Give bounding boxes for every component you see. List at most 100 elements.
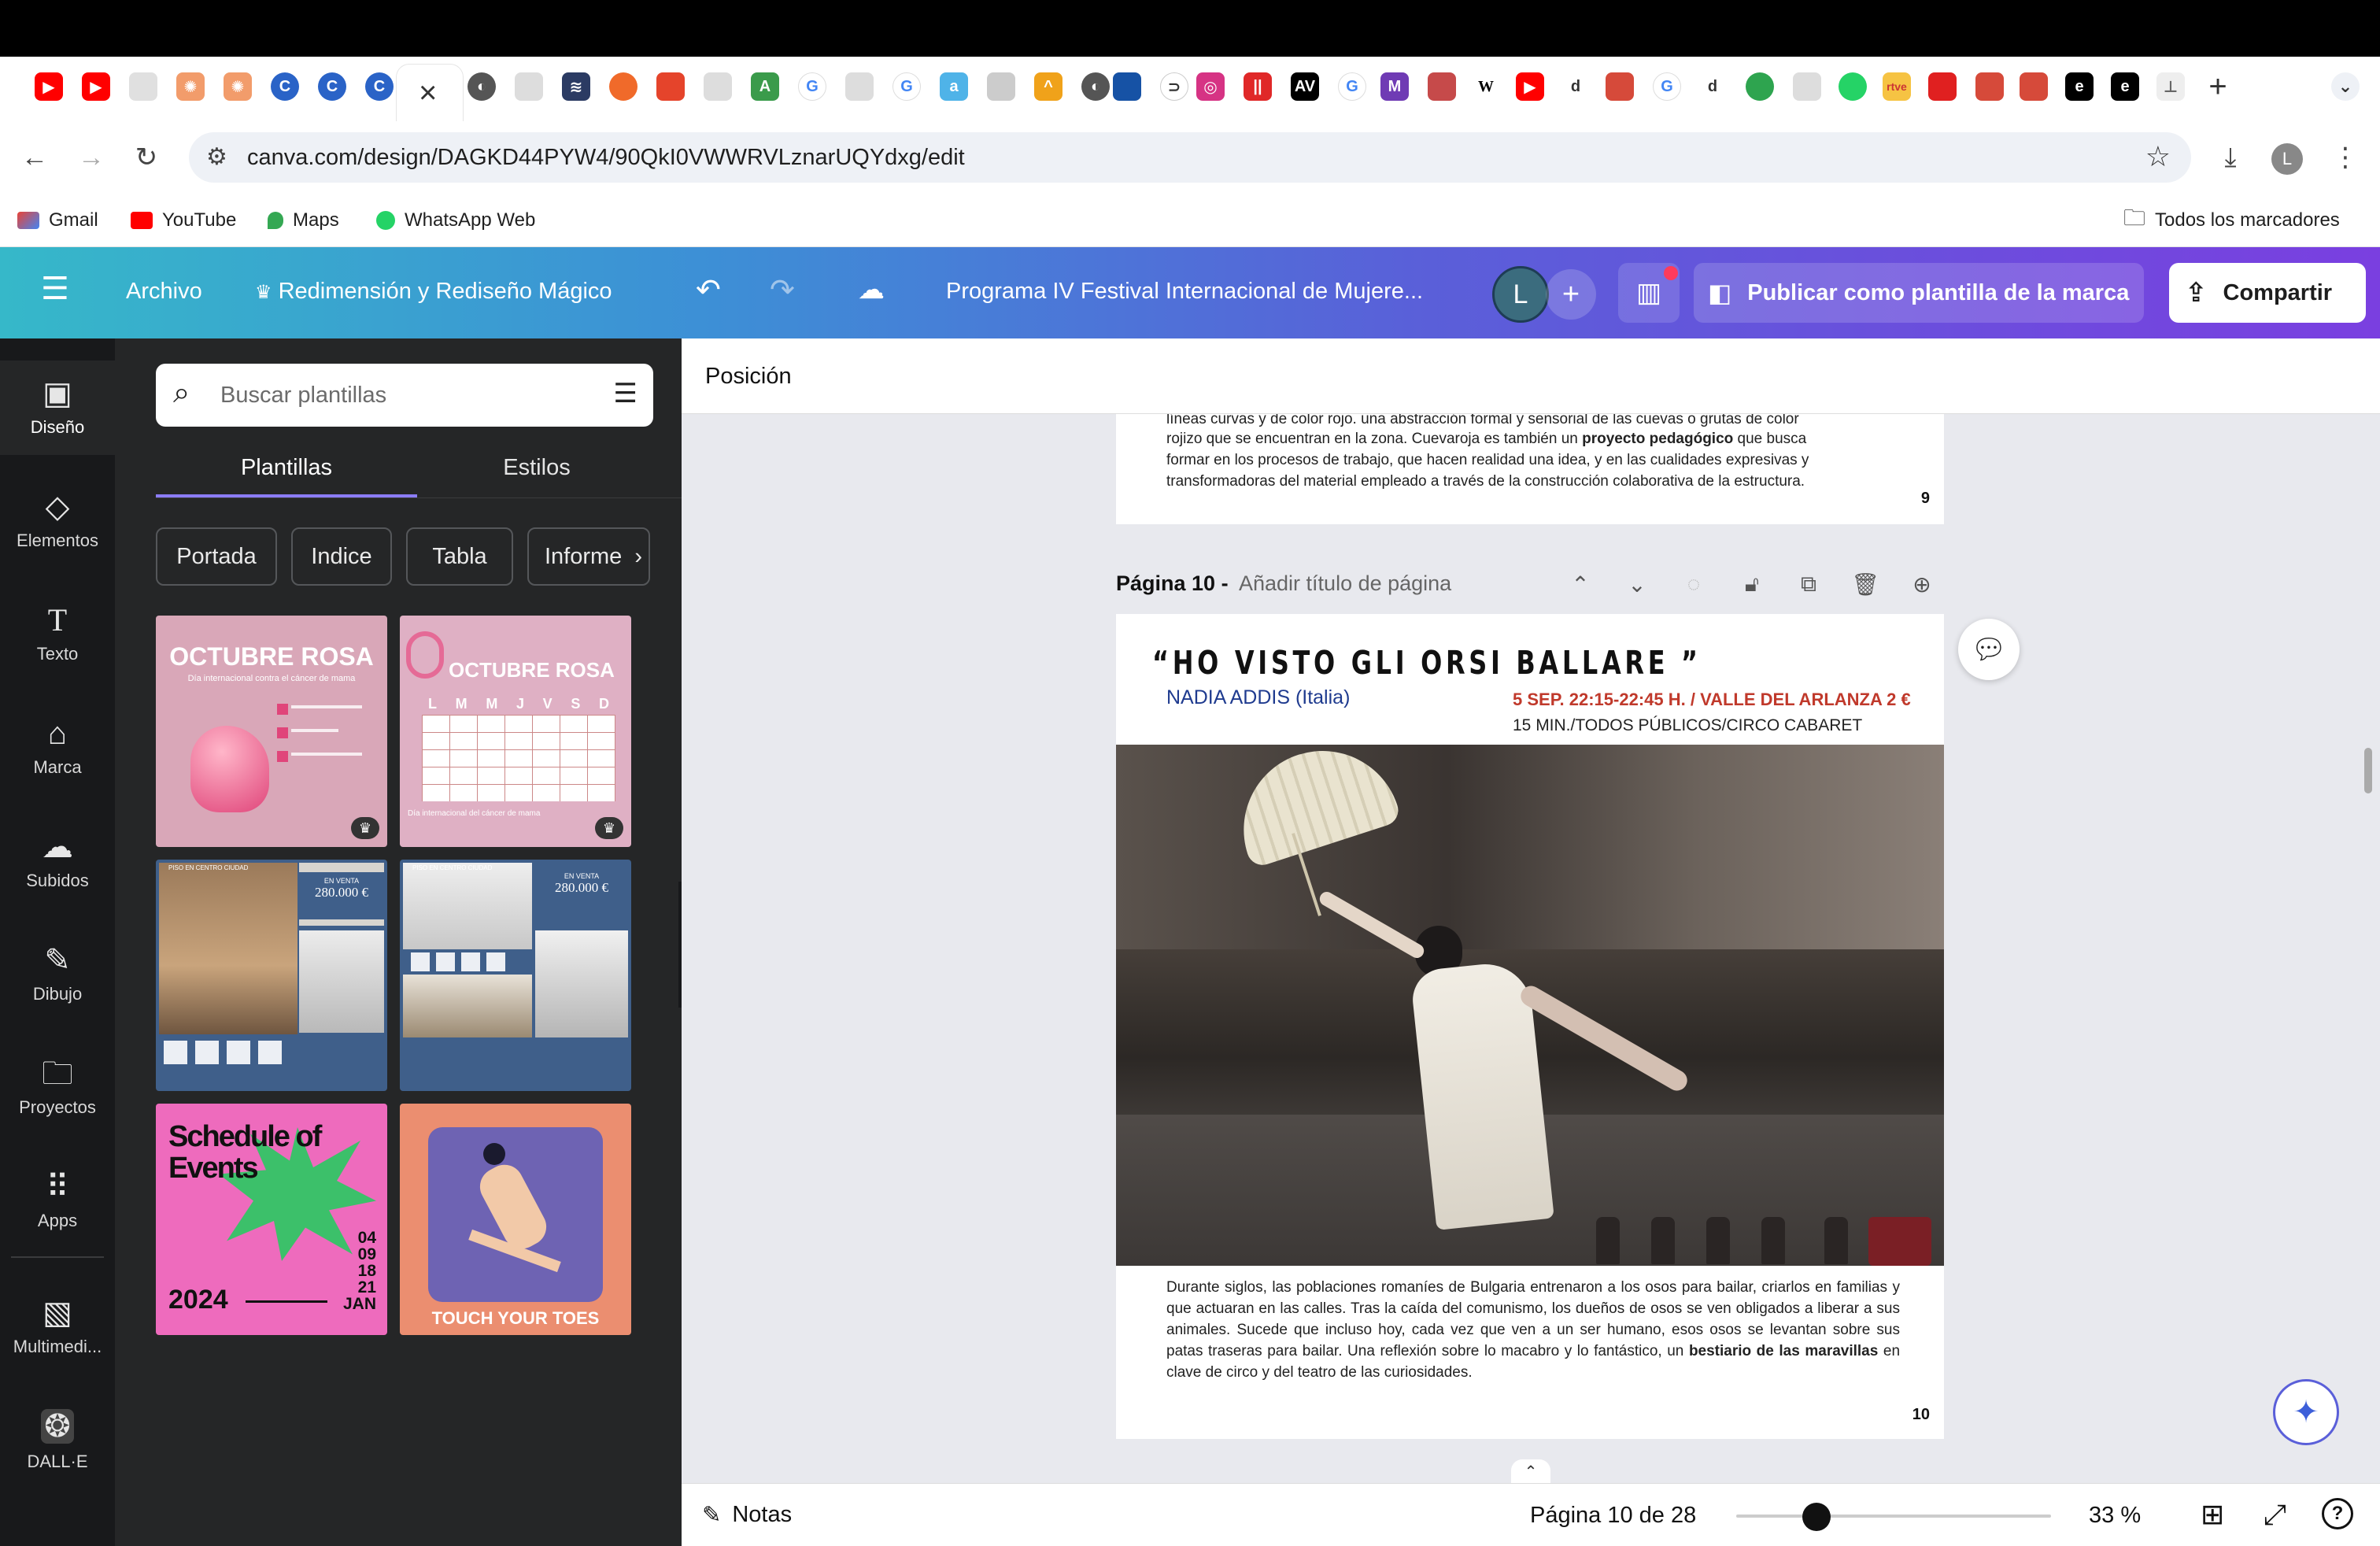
rail-media[interactable]: ▧ Multimedi...	[0, 1280, 115, 1374]
tab-styles[interactable]: Estilos	[406, 455, 667, 481]
search-input[interactable]: Buscar plantillas	[220, 383, 386, 409]
tab-generic[interactable]: e	[2111, 72, 2139, 101]
grid-view-icon[interactable]: ⊞	[2201, 1498, 2224, 1531]
page-10[interactable]: “HO VISTO GLI ORSI BALLARE ” NADIA ADDIS…	[1116, 614, 1944, 1439]
tab-generic[interactable]: ⊥	[2156, 72, 2185, 101]
add-comment-icon[interactable]: 💬︎	[1958, 619, 2020, 680]
chip-table[interactable]: Tabla	[406, 527, 513, 586]
tab-generic[interactable]: ≋	[562, 72, 590, 101]
tab-generic[interactable]: a	[940, 72, 968, 101]
tab-generic[interactable]: AV	[1291, 72, 1319, 101]
rail-apps[interactable]: ⠿ Apps	[0, 1154, 115, 1248]
rail-draw[interactable]: ✎ Dibujo	[0, 927, 115, 1022]
tab-generic[interactable]	[1839, 72, 1867, 101]
bookmark-gmail[interactable]: Gmail	[17, 208, 98, 233]
template-card[interactable]: Schedule of Events 2024 04 09 18 21 JAN	[156, 1104, 387, 1335]
tab-generic[interactable]	[129, 72, 157, 101]
tab-instagram[interactable]: ◎	[1196, 72, 1225, 101]
template-card[interactable]: TOUCH YOUR TOES	[400, 1104, 631, 1335]
tab-generic[interactable]: ◐	[1081, 72, 1110, 101]
new-tab-button[interactable]: +	[2204, 69, 2232, 104]
rail-text[interactable]: T Texto	[0, 587, 115, 682]
template-card[interactable]: OCTUBRE ROSA Día internacional contra el…	[156, 616, 387, 847]
move-page-up-icon[interactable]: ⌃	[1563, 567, 1598, 601]
rail-brand[interactable]: ⌂ Marca	[0, 701, 115, 795]
download-icon[interactable]: ⤓	[2212, 139, 2249, 176]
page-indicator[interactable]: Página 10 de 28	[1530, 1503, 1696, 1529]
tab-generic[interactable]	[515, 72, 543, 101]
tab-templates[interactable]: Plantillas	[156, 455, 417, 481]
magic-assistant-icon[interactable]: ✦	[2273, 1379, 2339, 1445]
lock-page-icon[interactable]: 🔓︎	[1735, 567, 1769, 601]
tab-generic[interactable]	[1428, 72, 1456, 101]
tab-generic[interactable]	[609, 72, 638, 101]
bookmark-whatsapp[interactable]: WhatsApp Web	[376, 208, 535, 233]
publish-template-button[interactable]: ◧ Publicar como plantilla de la marca	[1694, 263, 2144, 323]
tab-generic[interactable]: ||	[1244, 72, 1272, 101]
tab-canva[interactable]: C	[365, 72, 394, 101]
performance-photo[interactable]	[1116, 745, 1944, 1266]
tab-generic[interactable]: ◐	[468, 72, 496, 101]
tab-generic[interactable]: e	[2065, 72, 2094, 101]
tab-generic[interactable]: ✺	[176, 72, 205, 101]
template-card[interactable]: OCTUBRE ROSA L M M J V S D Día internaci…	[400, 616, 631, 847]
rail-dalle[interactable]: ❂ DALL·E	[0, 1393, 115, 1488]
tab-generic[interactable]: d	[1698, 72, 1727, 101]
template-card[interactable]: PISO EN CENTRO CIUDAD EN VENTA 280.000 €	[156, 860, 387, 1091]
move-page-down-icon[interactable]: ⌄	[1620, 567, 1654, 601]
fullscreen-icon[interactable]: ⤢	[2264, 1498, 2286, 1532]
tab-active[interactable]: ×	[397, 65, 463, 121]
all-bookmarks[interactable]: 🗀 Todos los marcadores	[2123, 205, 2340, 233]
expand-pages-icon[interactable]: ⌃	[1511, 1459, 1550, 1483]
rail-elements[interactable]: ◇ Elementos	[0, 474, 115, 568]
undo-icon[interactable]: ↶	[696, 272, 721, 308]
tab-generic[interactable]	[845, 72, 874, 101]
tab-rtve[interactable]: rtve	[1883, 72, 1911, 101]
tab-youtube[interactable]: ▶	[35, 72, 63, 101]
bookmark-star-icon[interactable]: ☆	[2145, 140, 2171, 173]
rail-uploads[interactable]: ☁ Subidos	[0, 814, 115, 908]
zoom-level[interactable]: 33 %	[2089, 1503, 2141, 1529]
tab-youtube[interactable]: ▶	[1516, 72, 1544, 101]
tab-generic[interactable]	[987, 72, 1015, 101]
tab-generic[interactable]	[1975, 72, 2004, 101]
tab-generic[interactable]: ✺	[224, 72, 252, 101]
hide-page-icon[interactable]: ◌	[1676, 567, 1711, 601]
url-text[interactable]: canva.com/design/DAGKD44PYW4/90QkI0VWWRV…	[247, 145, 965, 171]
tab-generic[interactable]	[656, 72, 685, 101]
tab-canva[interactable]: C	[271, 72, 299, 101]
tab-generic[interactable]: ^	[1034, 72, 1062, 101]
address-bar[interactable]: ⚙ canva.com/design/DAGKD44PYW4/90QkI0VWW…	[189, 132, 2191, 183]
tab-generic[interactable]: M	[1380, 72, 1409, 101]
workspace-scrollbar[interactable]	[2364, 748, 2372, 793]
reload-button[interactable]: ↻	[128, 139, 165, 176]
tab-generic[interactable]	[1793, 72, 1821, 101]
page-9[interactable]: líneas curvas y de color rojo. una abstr…	[1116, 414, 1944, 524]
share-button[interactable]: ⇪ Compartir	[2169, 263, 2366, 323]
delete-page-icon[interactable]: 🗑︎	[1848, 567, 1883, 601]
tab-search-button[interactable]: ⌄	[2331, 72, 2360, 101]
tab-google[interactable]: G	[1653, 72, 1681, 101]
tab-pdf[interactable]	[1928, 72, 1957, 101]
bookmark-maps[interactable]: Maps	[268, 208, 339, 233]
close-tab-icon[interactable]: ×	[419, 76, 437, 111]
rail-design[interactable]: ▣ Diseño	[0, 361, 115, 455]
filter-icon[interactable]: ☰	[614, 378, 638, 409]
tab-generic[interactable]	[2020, 72, 2048, 101]
help-icon[interactable]: ?	[2322, 1498, 2353, 1529]
tab-generic[interactable]: ⊃	[1160, 72, 1188, 101]
tab-generic[interactable]	[704, 72, 732, 101]
collaborator-avatar[interactable]: L	[1492, 266, 1549, 323]
template-search[interactable]: ⌕ Buscar plantillas ☰	[156, 364, 653, 427]
tab-google[interactable]: G	[1338, 72, 1366, 101]
tab-generic[interactable]	[1606, 72, 1634, 101]
browser-menu-icon[interactable]: ⋮	[2326, 139, 2364, 176]
chip-cover[interactable]: Portada	[156, 527, 277, 586]
template-card[interactable]: PISO EN CENTRO CIUDAD EN VENTA 280.000 €	[400, 860, 631, 1091]
chip-report[interactable]: Informe ›	[527, 527, 650, 586]
rail-projects[interactable]: 🗀 Proyectos	[0, 1041, 115, 1135]
add-page-icon[interactable]: ⊕	[1905, 567, 1939, 601]
duplicate-page-icon[interactable]: ⧉	[1791, 567, 1826, 601]
chevron-right-icon[interactable]: ›	[634, 544, 642, 570]
tab-generic[interactable]	[1113, 72, 1141, 101]
